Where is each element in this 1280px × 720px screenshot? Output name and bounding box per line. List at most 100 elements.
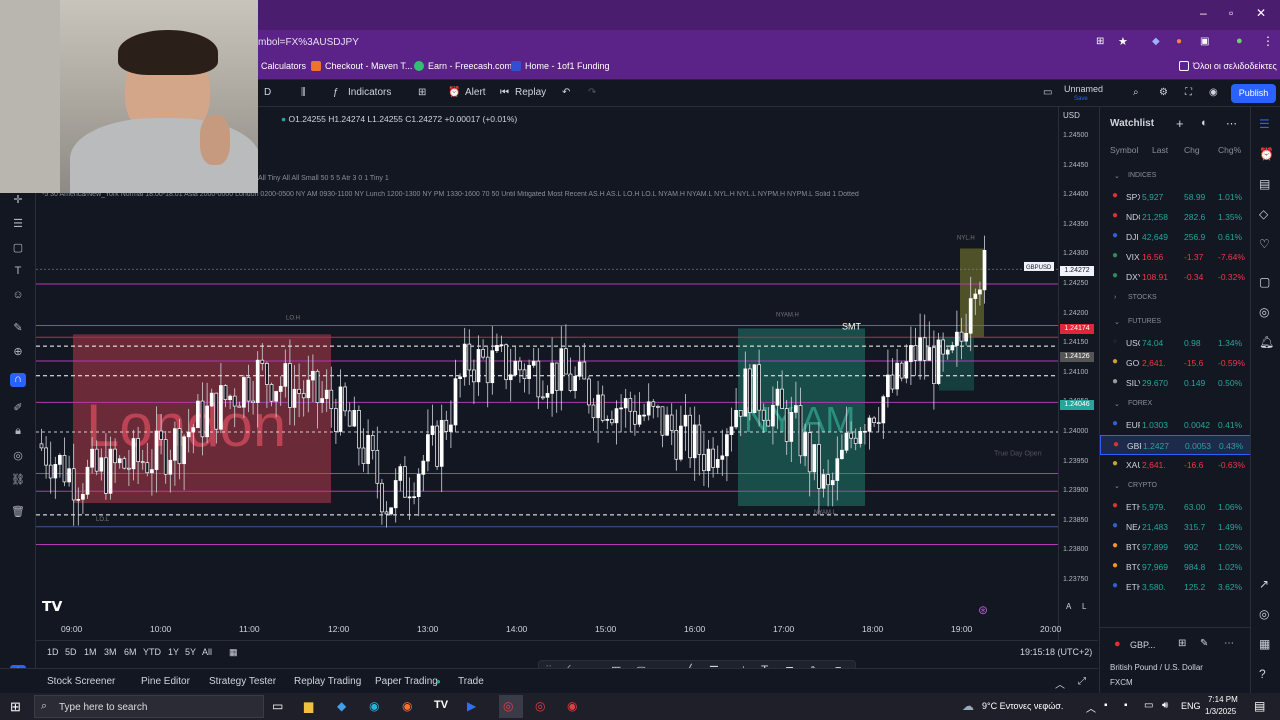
watchlist-section-stocks[interactable]: STOCKS [1128, 294, 1157, 301]
tab-strategy-tester[interactable]: Strategy Tester [209, 676, 276, 687]
add-symbol-icon[interactable]: + [1176, 116, 1184, 131]
watchlist-row[interactable]: ● EURUSD1.0303 0.0042 0.41% [1100, 415, 1251, 435]
rectangle-icon[interactable]: ▢ [10, 241, 26, 255]
tf-5y[interactable]: 5Y [185, 647, 196, 657]
tf-3m[interactable]: 3M [104, 647, 117, 657]
watchlist-row[interactable]: ● ETHUSD5,979. 63.00 1.06% [1100, 497, 1251, 517]
watchlist-row[interactable]: ● XAUUSD2,641. -16.6 -0.63% [1100, 455, 1251, 475]
clock-date[interactable]: 1/3/2025 [1205, 707, 1236, 716]
watchlist-row[interactable]: ● DJI 42,649 256.9 0.61% [1100, 227, 1251, 247]
watchlist-row[interactable]: ● NDQ21,258 282.6 1.35% [1100, 207, 1251, 227]
watchlist-section-indices[interactable]: INDICES [1128, 172, 1156, 179]
explorer-icon[interactable]: ▆ [304, 699, 313, 713]
magnet-icon[interactable]: ∩ [10, 373, 26, 387]
url-text[interactable]: mbol=FX%3AUSDJPY [258, 37, 359, 48]
red-level-tag[interactable]: 1.24174 [1060, 323, 1094, 334]
tab-trade[interactable]: Trade [458, 676, 484, 687]
language-indicator[interactable]: ENG [1181, 701, 1201, 711]
calendar-icon[interactable]: ▦ [1259, 637, 1270, 651]
header-chg[interactable]: Chg [1184, 145, 1200, 155]
volume-icon[interactable]: 🔊︎ [1162, 700, 1168, 711]
settings-icon[interactable]: ⚙ [1159, 87, 1168, 98]
ideas-icon[interactable]: ♡ [1259, 237, 1270, 251]
chrome-icon[interactable]: ◎ [535, 699, 545, 713]
watchlist-row[interactable]: ● USOIL74.04 0.98 1.34% [1100, 333, 1251, 353]
layers-icon[interactable]: ◇ [1259, 207, 1268, 221]
watchlist-row[interactable]: ● BTCUSDT97,969 984.8 1.02% [1100, 557, 1251, 577]
watchlist-row[interactable]: ● GOLD2,641. -15.6 -0.59% [1100, 353, 1251, 373]
detail-symbol[interactable]: GBP... [1130, 640, 1155, 650]
chevron-icon[interactable]: ⌄ [1114, 318, 1120, 326]
watchlist-title[interactable]: Watchlist [1110, 118, 1154, 129]
alerts-icon[interactable]: ⏰ [1259, 147, 1274, 161]
news-icon[interactable]: ▤ [1259, 177, 1270, 191]
indicators-button[interactable]: Indicators [348, 87, 391, 98]
target-icon[interactable]: ◎ [1259, 607, 1269, 621]
weather-text[interactable]: 9°C Εντονες νεφώσ. [982, 701, 1063, 711]
price-axis[interactable]: USD 1.24500 1.24450 1.24400 1.24350 1.24300 1… [1058, 107, 1098, 640]
eye-icon[interactable]: ◎ [10, 449, 26, 463]
watchlist-row[interactable]: ● SPX5,927 58.99 1.01% [1100, 187, 1251, 207]
green-level-tag[interactable]: 1.24046 [1060, 399, 1094, 410]
star-icon[interactable]: ★ [1118, 35, 1128, 48]
tab-replay-trading[interactable]: Replay Trading [294, 676, 361, 687]
puzzle-icon[interactable]: ▣ [1200, 36, 1209, 47]
menu-icon[interactable]: ⋮ [1262, 34, 1274, 48]
bookmark-freecash[interactable]: Earn - Freecash.com [414, 61, 512, 71]
date-range-icon[interactable]: ▦ [229, 647, 238, 658]
fullscreen-icon[interactable]: ⛶ [1185, 87, 1192, 98]
watchlist-section-crypto[interactable]: CRYPTO [1128, 482, 1157, 489]
publish-button[interactable]: Publish [1231, 84, 1276, 103]
chrome-icon[interactable]: ◎ [503, 699, 513, 713]
watchlist-row[interactable]: ● VIX 16.56 -1.37 -7.64% [1100, 247, 1251, 267]
header-chg-pct[interactable]: Chg% [1218, 145, 1241, 155]
tf-6m[interactable]: 6M [124, 647, 137, 657]
layout-grid-icon[interactable]: ⊞ [418, 87, 426, 98]
watchlist-section-forex[interactable]: FOREX [1128, 400, 1152, 407]
tf-1y[interactable]: 1Y [168, 647, 179, 657]
extension-icon[interactable]: ◆ [1152, 36, 1160, 47]
tf-1d[interactable]: 1D [47, 647, 59, 657]
lock-drawing-icon[interactable]: ✐ [10, 401, 26, 415]
lock-icon[interactable]: 🔒︎ [10, 425, 26, 439]
watchlist-row[interactable]: ● SILVER29.670 0.149 0.50% [1100, 373, 1251, 393]
tray-icon[interactable]: ▪ [1104, 700, 1108, 711]
help-icon[interactable]: ? [1259, 667, 1266, 681]
tradingview-app-icon[interactable]: TV [434, 699, 448, 711]
detail-edit-icon[interactable]: ✎ [1200, 638, 1208, 649]
chevron-icon[interactable]: ⌄ [1114, 400, 1120, 408]
text-icon[interactable]: T [10, 265, 26, 279]
chevron-icon[interactable]: › [1114, 294, 1116, 301]
trade-icon[interactable]: ↗ [1259, 577, 1269, 591]
header-symbol[interactable]: Symbol [1110, 145, 1138, 155]
watchlist-section-futures[interactable]: FUTURES [1128, 318, 1161, 325]
detail-more-icon[interactable]: ⋯ [1224, 638, 1234, 649]
watchlist-row[interactable]: ● ETHUSDT3,580. 125.2 3.62% [1100, 577, 1251, 597]
record-icon[interactable]: ◉ [567, 699, 577, 713]
notification-center-icon[interactable]: ▤ [1254, 699, 1265, 713]
layout-save[interactable]: Save [1074, 96, 1088, 102]
search-icon[interactable]: ⌕ [1133, 87, 1139, 98]
header-last[interactable]: Last [1152, 145, 1168, 155]
app-icon[interactable]: ◆ [337, 699, 346, 713]
network-icon[interactable]: ▭ [1144, 700, 1153, 711]
indicator-row-1[interactable]: All Tiny All All Small 50 5 5 Atr 3 0 1 … [258, 175, 389, 182]
bookmark-calculators[interactable]: Calculators [261, 61, 306, 71]
watchlist-row[interactable]: ● DXY108.91 -0.34 -0.32% [1100, 267, 1251, 287]
firefox-icon[interactable]: ◉ [402, 699, 412, 713]
emoji-icon[interactable]: ☺ [10, 289, 26, 303]
tf-1m[interactable]: 1M [84, 647, 97, 657]
profile-icon[interactable]: ● [1236, 35, 1243, 47]
candle-type-icon[interactable]: ⫼ [301, 87, 306, 98]
crosshair-icon[interactable]: ✛ [10, 193, 26, 207]
tf-all[interactable]: All [202, 647, 212, 657]
close-icon[interactable]: ✕ [1256, 6, 1266, 20]
link-icon[interactable]: ⛓ [10, 473, 26, 487]
windows-start-icon[interactable]: ⊞ [10, 699, 21, 715]
translate-icon[interactable]: ⊞ [1096, 36, 1104, 47]
collapse-icon[interactable]: ︿ [1055, 676, 1065, 691]
clock-readout[interactable]: 19:15:18 (UTC+2) [1020, 647, 1092, 657]
task-view-icon[interactable]: ▭ [272, 699, 283, 713]
tray-icon[interactable]: ▪ [1124, 700, 1128, 711]
alert-button[interactable]: Alert [465, 87, 486, 98]
